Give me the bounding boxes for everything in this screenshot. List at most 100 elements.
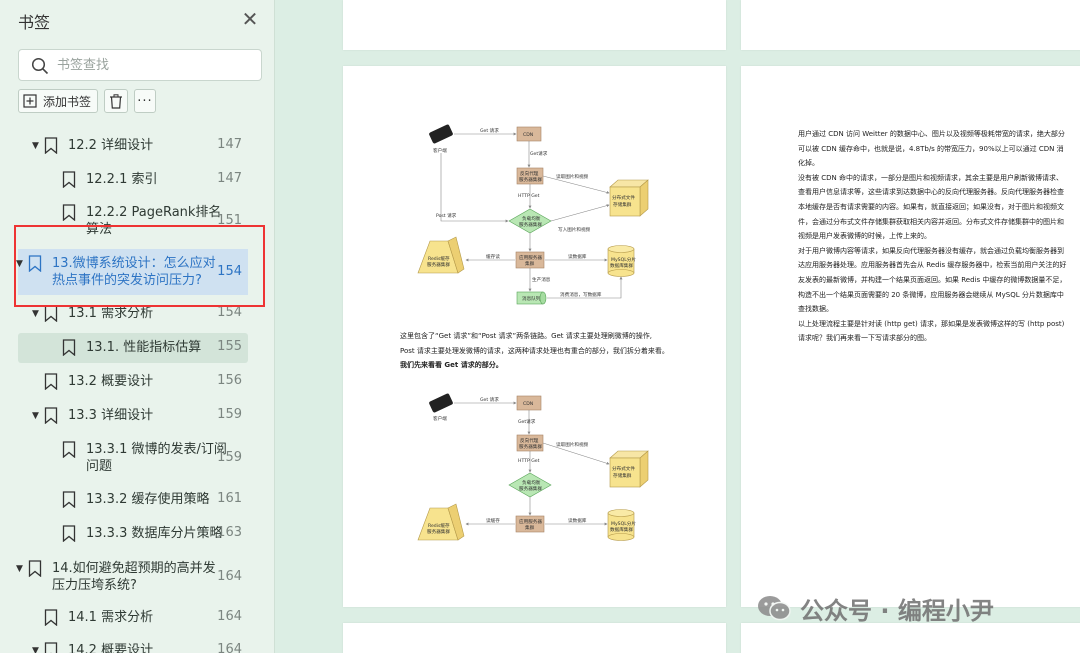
text-line: 本地缓存是否有请求需要的内容。如果有，就直接返回；如果没有，对于图片和视频文 — [798, 202, 1064, 211]
svg-text:生产消息: 生产消息 — [532, 276, 551, 283]
svg-text:读数据库: 读数据库 — [568, 253, 587, 260]
svg-text:Post 请求: Post 请求 — [436, 212, 457, 219]
svg-text:分布式文件: 分布式文件 — [612, 465, 635, 472]
svg-text:服务器集群: 服务器集群 — [427, 261, 450, 268]
svg-text:Get 请求: Get 请求 — [480, 127, 499, 134]
bookmark-label: 13.2 概要设计 — [68, 374, 154, 389]
svg-text:Get 请求: Get 请求 — [480, 396, 499, 403]
pdf-page-bottom-right — [741, 623, 1080, 653]
svg-text:服务器集群: 服务器集群 — [519, 485, 542, 492]
svg-text:HTTP Get: HTTP Get — [518, 193, 540, 199]
expand-caret-icon[interactable]: ▼ — [16, 259, 23, 269]
svg-text:反向代理: 反向代理 — [520, 437, 539, 444]
text-line: 没有被 CDN 命中的请求，一部分是图片和视频请求，其余主要是用户刷新微博请求、 — [798, 173, 1063, 182]
svg-text:服务器集群: 服务器集群 — [427, 528, 450, 535]
bookmark-label: 13.3.3 数据库分片策略 — [86, 526, 223, 541]
bookmark-icon — [62, 441, 76, 458]
bookmark-label: 12.2.1 索引 — [86, 172, 158, 187]
pdf-page-top-right — [741, 0, 1080, 50]
bookmark-sidebar: 书签 ✕ 添加书签 ··· ▼12.2 详细设计14712.2.1 索引1471 — [0, 0, 275, 653]
text-line: 以上处理流程主要是针对读 (http get) 请求，那如果是发表微博这样的写 … — [798, 319, 1065, 328]
svg-text:Redis缓存: Redis缓存 — [428, 522, 450, 529]
bookmark-label: 12.2 详细设计 — [68, 138, 154, 153]
add-bookmark-icon — [23, 94, 37, 108]
svg-text:分布式文件: 分布式文件 — [612, 194, 635, 201]
svg-text:消息队列: 消息队列 — [522, 295, 541, 302]
text-line: 化掉。 — [798, 159, 819, 168]
close-icon[interactable]: ✕ — [240, 9, 260, 29]
right-page-paragraph: 用户通过 CDN 访问 Weitter 的数据中心、图片以及视频等极耗带宽的请求… — [798, 127, 1080, 346]
more-options-button[interactable]: ··· — [134, 89, 156, 113]
text-line: 查找数据。 — [798, 305, 833, 314]
add-bookmark-button[interactable]: 添加书签 — [18, 89, 98, 113]
bookmark-page-number: 156 — [217, 373, 242, 388]
bookmark-page-number: 164 — [217, 642, 242, 653]
bookmark-icon — [44, 642, 58, 653]
wechat-icon — [758, 596, 791, 621]
expand-caret-icon[interactable]: ▼ — [32, 309, 39, 319]
bookmark-page-number: 159 — [217, 450, 242, 465]
bookmark-item[interactable]: ▼ 14.2 概要设计 164 — [18, 642, 248, 653]
bookmark-item[interactable]: 13.3.3 数据库分片策略 163 — [18, 525, 248, 545]
svg-text:读缓存: 读缓存 — [486, 517, 500, 524]
bookmark-item[interactable]: ▼ 13.1 需求分析 154 — [18, 305, 248, 325]
bookmark-icon — [62, 491, 76, 508]
expand-caret-icon[interactable]: ▼ — [32, 141, 39, 151]
svg-text:写入图片和视频: 写入图片和视频 — [558, 226, 591, 233]
phone-icon — [429, 124, 453, 144]
bookmark-page-number: 154 — [217, 264, 242, 279]
svg-text:消费消息，写数据库: 消费消息，写数据库 — [560, 291, 602, 298]
svg-text:CDN: CDN — [523, 132, 533, 138]
bookmark-page-number: 147 — [217, 171, 242, 186]
text-line: 用户通过 CDN 访问 Weitter 的数据中心、图片以及视频等极耗带宽的请求… — [798, 130, 1065, 138]
bookmark-label: 13.微博系统设计：怎么应对 热点事件的突发访问压力? — [52, 256, 216, 288]
bookmark-item[interactable]: ▼ 13.微博系统设计：怎么应对 热点事件的突发访问压力? 154 — [16, 249, 248, 295]
architecture-diagram-full: 客户端 CDN Get 请求 Get请求 反向代理 服务器集群 HTTP Get… — [417, 124, 649, 305]
svg-text:应用服务器: 应用服务器 — [519, 254, 542, 261]
bookmark-icon — [44, 609, 58, 626]
bookmark-item[interactable]: 13.3.2 缓存使用策略 161 — [18, 491, 248, 511]
svg-text:服务器集群: 服务器集群 — [519, 443, 542, 450]
bookmark-icon — [44, 373, 58, 390]
text-line: 对于用户微博内容等请求，如果反向代理服务器没有缓存，就会通过负载均衡服务器到 — [798, 246, 1064, 255]
svg-text:负载均衡: 负载均衡 — [522, 479, 541, 486]
trash-icon — [110, 93, 122, 109]
bookmark-label: 13.3.2 缓存使用策略 — [86, 492, 210, 507]
bookmark-item[interactable]: 12.2.1 索引 147 — [18, 171, 248, 191]
expand-caret-icon[interactable]: ▼ — [16, 564, 23, 574]
bookmark-label: 13.3 详细设计 — [68, 408, 154, 423]
delete-bookmark-button[interactable] — [104, 89, 128, 113]
bookmark-search-box[interactable] — [18, 49, 262, 81]
bookmark-label: 14.1 需求分析 — [68, 610, 154, 625]
bookmark-label: 14.如何避免超预期的高并发 压力压垮系统? — [52, 561, 216, 593]
bookmark-item[interactable]: 13.3.1 微博的发表/订阅 问题 159 — [18, 441, 248, 475]
bookmark-icon — [44, 407, 58, 424]
bookmark-item[interactable]: ▼ 14.如何避免超预期的高并发 压力压垮系统? 164 — [16, 560, 248, 594]
svg-text:存储集群: 存储集群 — [613, 201, 632, 208]
text-line: 友发表的最新微博，并构建一个结果页面返回。如果 Redis 中缓存的微博数据量不… — [798, 275, 1067, 284]
bookmark-item[interactable]: 14.1 需求分析 164 — [18, 609, 248, 629]
svg-text:读取图片和视频: 读取图片和视频 — [556, 441, 589, 448]
bookmark-page-number: 164 — [217, 609, 242, 624]
svg-text:HTTP Get: HTTP Get — [518, 458, 540, 464]
diagram-label-client: 客户端 — [433, 147, 447, 154]
bookmark-item[interactable]: 12.2.2 PageRank排名 算法 151 — [18, 204, 248, 238]
bookmark-item[interactable]: 13.1. 性能指标估算 155 — [18, 333, 248, 363]
bookmark-item[interactable]: ▼ 12.2 详细设计 147 — [18, 137, 248, 157]
expand-caret-icon[interactable]: ▼ — [32, 411, 39, 421]
architecture-diagram-get: 客户端 CDN Get 请求 Get请求 反向代理 服务器集群 HTTP Get… — [417, 393, 649, 541]
svg-text:集群: 集群 — [525, 260, 535, 267]
bookmark-page-number: 154 — [217, 305, 242, 320]
bookmark-label: 13.1. 性能指标估算 — [86, 340, 202, 355]
expand-caret-icon[interactable]: ▼ — [32, 646, 39, 653]
svg-text:客户端: 客户端 — [433, 415, 447, 422]
sidebar-title: 书签 — [18, 13, 51, 32]
bookmark-item[interactable]: ▼ 13.3 详细设计 159 — [18, 407, 248, 427]
bookmark-search-input[interactable] — [57, 55, 247, 75]
text-line: 构造不出一个结果页面需要的 20 条微博，应用服务器会继续从 MySQL 分片数… — [798, 290, 1064, 299]
text-line: 可以被 CDN 缓存命中，也就是说，4.8Tb/s 的带宽压力，90%以上可以通… — [798, 144, 1064, 153]
bookmark-page-number: 159 — [217, 407, 242, 422]
pdf-page-bottom-left — [343, 623, 726, 653]
svg-text:服务器集群: 服务器集群 — [519, 221, 542, 228]
bookmark-item[interactable]: 13.2 概要设计 156 — [18, 373, 248, 393]
